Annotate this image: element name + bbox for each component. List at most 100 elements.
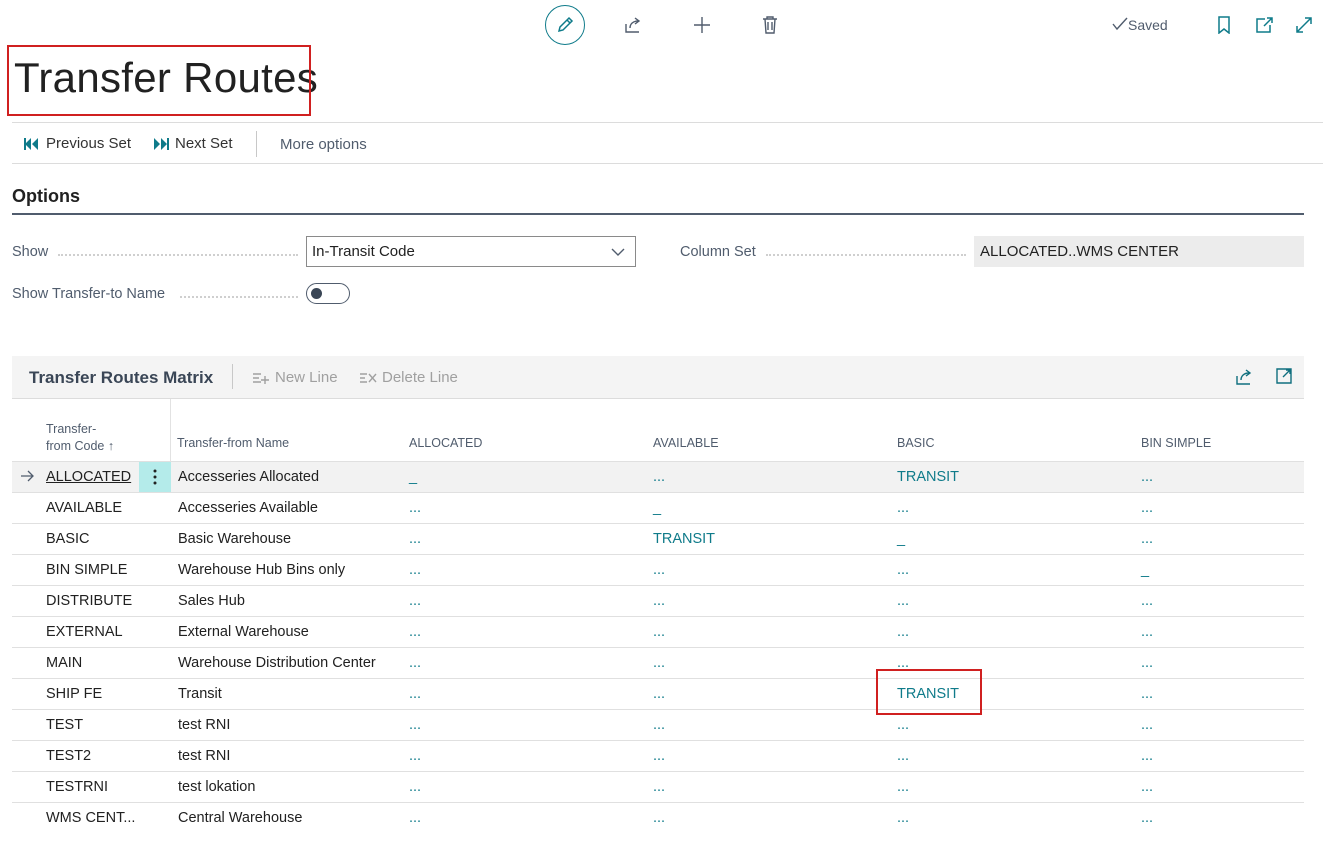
header-column-available[interactable]: AVAILABLE (653, 436, 719, 450)
in-transit-code-cell[interactable]: _ (897, 524, 905, 555)
delete-line-icon (360, 372, 377, 383)
bookmark-button[interactable] (1214, 14, 1234, 36)
in-transit-code-cell[interactable]: ... (1141, 586, 1153, 617)
in-transit-code-cell[interactable]: ... (653, 772, 665, 803)
in-transit-code-cell[interactable]: ... (1141, 524, 1153, 555)
in-transit-code-cell[interactable]: ... (653, 648, 665, 679)
in-transit-code-cell[interactable]: ... (897, 617, 909, 648)
in-transit-code-cell[interactable]: ... (653, 679, 665, 710)
share-button[interactable] (621, 13, 645, 37)
delete-line-button[interactable]: Delete Line (359, 369, 458, 386)
show-select[interactable]: In-Transit Code (306, 236, 636, 267)
in-transit-code-cell[interactable]: ... (1141, 493, 1153, 524)
transfer-from-name-cell: test RNI (178, 748, 231, 764)
in-transit-code-cell[interactable]: _ (653, 493, 661, 524)
in-transit-code-cell[interactable]: ... (409, 617, 421, 648)
in-transit-code-cell[interactable]: ... (897, 772, 909, 803)
in-transit-code-cell[interactable]: ... (409, 524, 421, 555)
in-transit-code-cell[interactable]: ... (1141, 648, 1153, 679)
in-transit-code-cell[interactable]: ... (897, 741, 909, 772)
delete-button[interactable] (758, 13, 782, 37)
header-column-bin-simple[interactable]: BIN SIMPLE (1141, 436, 1211, 450)
header-column-basic[interactable]: BASIC (897, 436, 935, 450)
transfer-from-code-cell[interactable]: AVAILABLE (46, 493, 122, 524)
in-transit-code-cell[interactable]: _ (409, 462, 417, 493)
show-transfer-to-name-toggle[interactable] (306, 283, 350, 304)
transfer-from-code-cell[interactable]: SHIP FE (46, 679, 102, 710)
in-transit-code-cell[interactable]: ... (1141, 741, 1153, 772)
in-transit-code-cell[interactable]: ... (409, 679, 421, 710)
matrix-share-button[interactable] (1234, 367, 1254, 390)
table-row[interactable]: TEST2 test RNI............ (12, 740, 1304, 771)
in-transit-code-cell[interactable]: ... (409, 803, 421, 834)
transfer-from-code-cell[interactable]: MAIN (46, 648, 82, 679)
next-set-button[interactable]: Next Set (153, 135, 233, 152)
in-transit-code-cell[interactable]: ... (897, 803, 909, 834)
in-transit-code-cell[interactable]: TRANSIT (897, 462, 959, 493)
table-row[interactable]: BASIC Basic Warehouse... TRANSIT _... (12, 523, 1304, 554)
new-button[interactable] (690, 13, 714, 37)
table-row[interactable]: DISTRIBUTE Sales Hub............ (12, 585, 1304, 616)
header-column-allocated[interactable]: ALLOCATED (409, 436, 482, 450)
in-transit-code-cell[interactable]: ... (653, 555, 665, 586)
new-line-button[interactable]: New Line (252, 369, 338, 386)
in-transit-code-cell[interactable]: ... (1141, 679, 1153, 710)
transfer-from-code-cell[interactable]: BASIC (46, 524, 90, 555)
column-set-dots (766, 254, 966, 256)
in-transit-code-cell[interactable]: ... (653, 710, 665, 741)
previous-set-icon (24, 137, 38, 150)
transfer-from-code-cell[interactable]: TEST (46, 710, 83, 741)
in-transit-code-cell[interactable]: ... (409, 772, 421, 803)
in-transit-code-cell[interactable]: ... (409, 555, 421, 586)
transfer-from-code-cell[interactable]: BIN SIMPLE (46, 555, 127, 586)
transfer-from-code-cell[interactable]: TEST2 (46, 741, 91, 772)
in-transit-code-cell[interactable]: ... (409, 586, 421, 617)
in-transit-code-cell[interactable]: ... (1141, 617, 1153, 648)
in-transit-code-cell[interactable]: ... (897, 586, 909, 617)
table-row[interactable]: SHIP FE Transit...... TRANSIT... (12, 678, 1304, 709)
in-transit-code-cell[interactable]: ... (653, 741, 665, 772)
transfer-from-code-cell[interactable]: WMS CENT... (46, 803, 135, 834)
in-transit-code-cell[interactable]: ... (653, 617, 665, 648)
in-transit-code-cell[interactable]: ... (1141, 772, 1153, 803)
in-transit-code-cell[interactable]: ... (897, 555, 909, 586)
in-transit-code-cell[interactable]: ... (653, 803, 665, 834)
transfer-from-code-cell[interactable]: EXTERNAL (46, 617, 123, 648)
in-transit-code-cell[interactable]: ... (1141, 710, 1153, 741)
in-transit-code-cell[interactable]: ... (653, 586, 665, 617)
in-transit-code-cell[interactable]: ... (1141, 462, 1153, 493)
row-actions-menu-button[interactable] (139, 462, 171, 492)
matrix-focus-button[interactable] (1275, 367, 1293, 388)
table-row[interactable]: WMS CENT... Central Warehouse............ (12, 802, 1304, 833)
in-transit-code-cell[interactable]: ... (653, 462, 665, 493)
table-row[interactable]: AVAILABLE Accesseries Available... _...... (12, 492, 1304, 523)
transfer-from-code-cell[interactable]: TESTRNI (46, 772, 108, 803)
expand-button[interactable] (1293, 14, 1315, 36)
open-new-window-button[interactable] (1253, 14, 1275, 36)
table-row[interactable]: ALLOCATED Accesseries Allocated _... TRANSI… (12, 461, 1304, 492)
transfer-from-code-cell[interactable]: DISTRIBUTE (46, 586, 132, 617)
table-row[interactable]: MAIN Warehouse Distribution Center.......… (12, 647, 1304, 678)
table-row[interactable]: TEST test RNI............ (12, 709, 1304, 740)
in-transit-code-cell[interactable]: ... (409, 741, 421, 772)
table-row[interactable]: BIN SIMPLE Warehouse Hub Bins only.......… (12, 554, 1304, 585)
edit-button[interactable] (545, 5, 585, 45)
action-bar-top-border (12, 122, 1323, 123)
header-transfer-from-code-line2[interactable]: from Code ↑ (46, 439, 114, 453)
header-transfer-from-code-line1[interactable]: Transfer- (46, 422, 96, 436)
transfer-from-code-cell[interactable]: ALLOCATED (46, 462, 131, 493)
in-transit-code-cell[interactable]: TRANSIT (653, 524, 715, 555)
saved-label: Saved (1128, 17, 1168, 33)
previous-set-button[interactable]: Previous Set (24, 135, 131, 152)
table-row[interactable]: TESTRNI test lokation............ (12, 771, 1304, 802)
in-transit-code-cell[interactable]: ... (409, 648, 421, 679)
header-transfer-from-name[interactable]: Transfer-from Name (177, 436, 289, 450)
in-transit-code-cell[interactable]: ... (897, 493, 909, 524)
in-transit-code-cell[interactable]: ... (409, 710, 421, 741)
transit-highlight-box (876, 669, 982, 715)
more-options-button[interactable]: More options (280, 136, 367, 153)
in-transit-code-cell[interactable]: _ (1141, 555, 1149, 586)
in-transit-code-cell[interactable]: ... (409, 493, 421, 524)
in-transit-code-cell[interactable]: ... (1141, 803, 1153, 834)
table-row[interactable]: EXTERNAL External Warehouse............ (12, 616, 1304, 647)
